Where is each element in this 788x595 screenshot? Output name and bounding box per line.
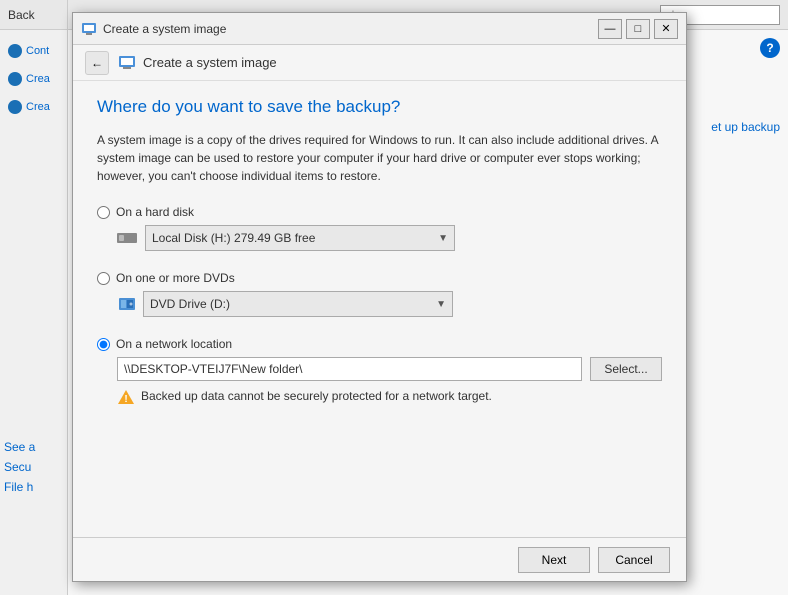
cancel-label: Cancel	[615, 553, 652, 567]
background-window-sidebar: Back Cont Crea Crea See a Secu File h	[0, 0, 68, 595]
dvd-dropdown-value: DVD Drive (D:)	[150, 297, 230, 311]
dvd-icon	[117, 294, 137, 314]
bg-titlebar: Back	[0, 0, 67, 30]
system-image-title-icon	[81, 21, 97, 37]
sidebar-file[interactable]: File h	[4, 480, 63, 494]
dialog-footer: Next Cancel	[73, 537, 686, 581]
dvd-option-row: On one or more DVDs	[97, 271, 662, 285]
sidebar-security[interactable]: Secu	[4, 460, 63, 474]
hard-disk-dropdown-arrow: ▼	[438, 233, 448, 244]
network-label[interactable]: On a network location	[116, 337, 232, 351]
sidebar-item-cont[interactable]: Cont	[4, 38, 63, 64]
dvd-label[interactable]: On one or more DVDs	[116, 271, 235, 285]
network-radio[interactable]	[97, 338, 110, 351]
bg-title-text: Back	[8, 8, 35, 22]
dvd-dropdown-arrow: ▼	[436, 299, 446, 310]
hard-disk-dropdown-value: Local Disk (H:) 279.49 GB free	[152, 231, 315, 245]
hard-disk-option-row: On a hard disk	[97, 205, 662, 219]
close-button[interactable]: ✕	[654, 19, 678, 39]
nav-system-image-icon	[117, 53, 137, 73]
sidebar-item-crea2[interactable]: Crea	[4, 94, 63, 120]
dialog-title: Create a system image	[103, 22, 598, 36]
hard-disk-label[interactable]: On a hard disk	[116, 205, 194, 219]
network-section: On a network location Select... ! Backed…	[97, 337, 662, 405]
minimize-button[interactable]: —	[598, 19, 622, 39]
description-text: A system image is a copy of the drives r…	[97, 131, 662, 185]
page-heading: Where do you want to save the backup?	[97, 97, 662, 117]
dialog-body: Where do you want to save the backup? A …	[73, 81, 686, 537]
dvd-radio[interactable]	[97, 272, 110, 285]
shield-icon-1	[8, 44, 22, 58]
back-arrow-icon: ←	[91, 56, 103, 70]
sidebar-see-also[interactable]: See a	[4, 440, 63, 454]
hard-disk-radio[interactable]	[97, 206, 110, 219]
create-system-image-dialog: Create a system image — □ ✕ ← Create a s…	[72, 12, 687, 582]
warning-row: ! Backed up data cannot be securely prot…	[117, 389, 662, 405]
next-button[interactable]: Next	[518, 547, 590, 573]
disk-icon	[117, 231, 139, 245]
sidebar-item-crea1[interactable]: Crea	[4, 66, 63, 92]
dvd-section: On one or more DVDs DVD Drive (D:) ▼	[97, 271, 662, 317]
dvd-dropdown[interactable]: DVD Drive (D:) ▼	[143, 291, 453, 317]
warning-icon: !	[117, 389, 135, 405]
next-label: Next	[542, 553, 567, 567]
select-button[interactable]: Select...	[590, 357, 662, 381]
maximize-button[interactable]: □	[626, 19, 650, 39]
nav-title: Create a system image	[143, 55, 277, 70]
bg-sidebar: Cont Crea Crea See a Secu File h	[0, 30, 67, 508]
svg-text:!: !	[124, 394, 127, 405]
cancel-button[interactable]: Cancel	[598, 547, 670, 573]
hard-disk-section: On a hard disk Local Disk (H:) 279.49 GB…	[97, 205, 662, 251]
network-path-input[interactable]	[117, 357, 582, 381]
shield-icon-2	[8, 72, 22, 86]
network-option-row: On a network location	[97, 337, 662, 351]
titlebar-controls: — □ ✕	[598, 19, 678, 39]
help-button[interactable]: ?	[760, 38, 780, 58]
network-input-row: Select...	[117, 357, 662, 381]
warning-text: Backed up data cannot be securely protec…	[141, 389, 492, 403]
sidebar-label-cont: Cont	[26, 45, 49, 57]
dvd-dropdown-row: DVD Drive (D:) ▼	[117, 291, 662, 317]
dialog-nav: ← Create a system image	[73, 45, 686, 81]
back-button[interactable]: ←	[85, 51, 109, 75]
setup-backup-link[interactable]: et up backup	[711, 120, 780, 134]
hard-disk-dropdown-row: Local Disk (H:) 279.49 GB free ▼	[117, 225, 662, 251]
sidebar-label-crea1: Crea	[26, 73, 50, 85]
select-button-label: Select...	[604, 362, 647, 376]
dialog-titlebar: Create a system image — □ ✕	[73, 13, 686, 45]
hard-disk-dropdown[interactable]: Local Disk (H:) 279.49 GB free ▼	[145, 225, 455, 251]
shield-icon-3	[8, 100, 22, 114]
sidebar-label-crea2: Crea	[26, 101, 50, 113]
